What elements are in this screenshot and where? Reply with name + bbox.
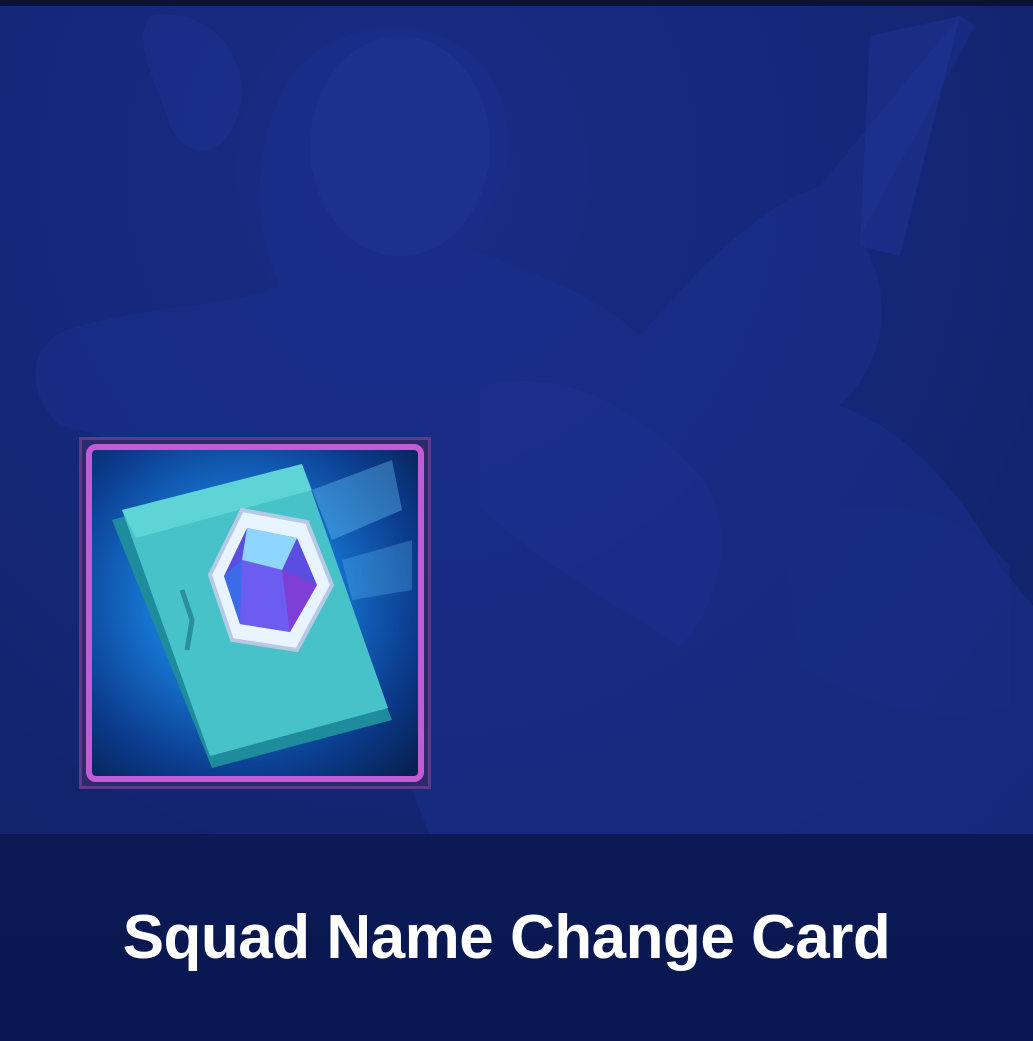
item-name: Squad Name Change Card — [122, 903, 891, 972]
item-preview-screen: Squad Name Change Card — [0, 0, 1033, 1041]
gem-card-icon — [112, 460, 412, 768]
item-icon-frame — [86, 444, 424, 782]
item-icon-card — [79, 437, 431, 789]
hero-background-art — [0, 6, 1033, 834]
